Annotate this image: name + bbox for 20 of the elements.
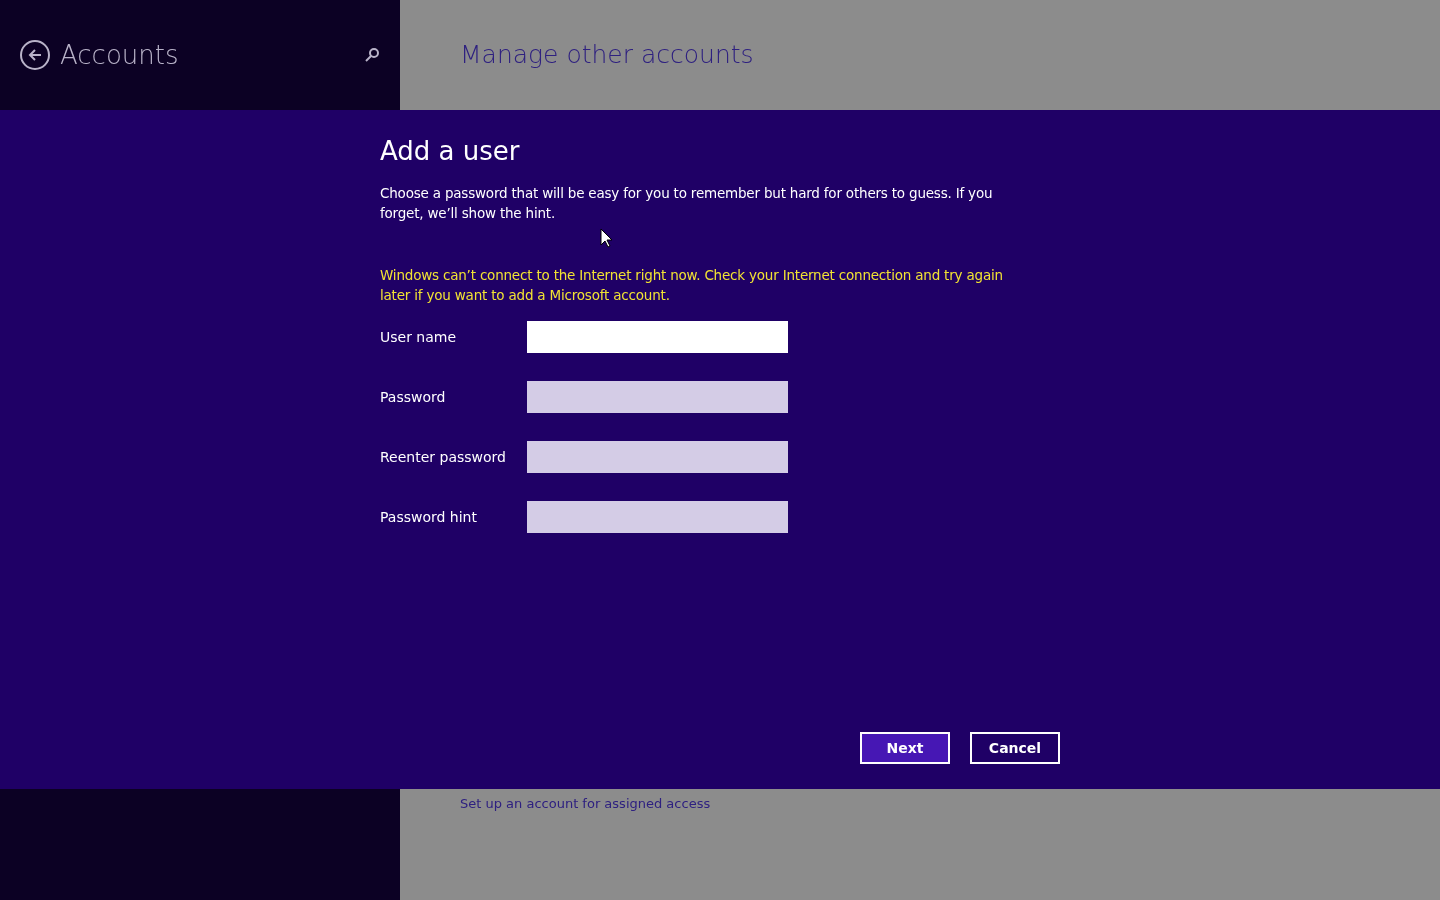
input-field[interactable]	[527, 441, 788, 473]
input-field[interactable]	[527, 321, 788, 353]
field-label: Reenter password	[380, 447, 507, 467]
next-button[interactable]: Next	[860, 732, 950, 764]
dialog-description: Choose a password that will be easy for you to remember but hard for others to guess. If you forget, we’ll show the hint.	[380, 184, 994, 223]
back-button[interactable]	[20, 40, 50, 70]
back-arrow-icon	[27, 47, 43, 63]
field-label: Password hint	[380, 507, 478, 527]
search-icon[interactable]	[364, 47, 380, 63]
pointer-icon	[600, 228, 612, 248]
cancel-button[interactable]: Cancel	[970, 732, 1060, 764]
connection-warning: Windows can’t connect to the Internet right now. Check your Internet connection and try again later if you want to add a Microsoft account.	[380, 266, 1004, 305]
field-label: User name	[380, 327, 458, 347]
dialog-title: Add a user	[380, 135, 521, 168]
assigned-access-link[interactable]: Set up an account for assigned access	[460, 796, 711, 811]
field-label: Password	[380, 387, 447, 407]
sidebar-title: Accounts	[60, 38, 179, 72]
page-title: Manage other accounts	[460, 39, 754, 72]
input-field[interactable]	[527, 501, 788, 533]
input-field[interactable]	[527, 381, 788, 413]
